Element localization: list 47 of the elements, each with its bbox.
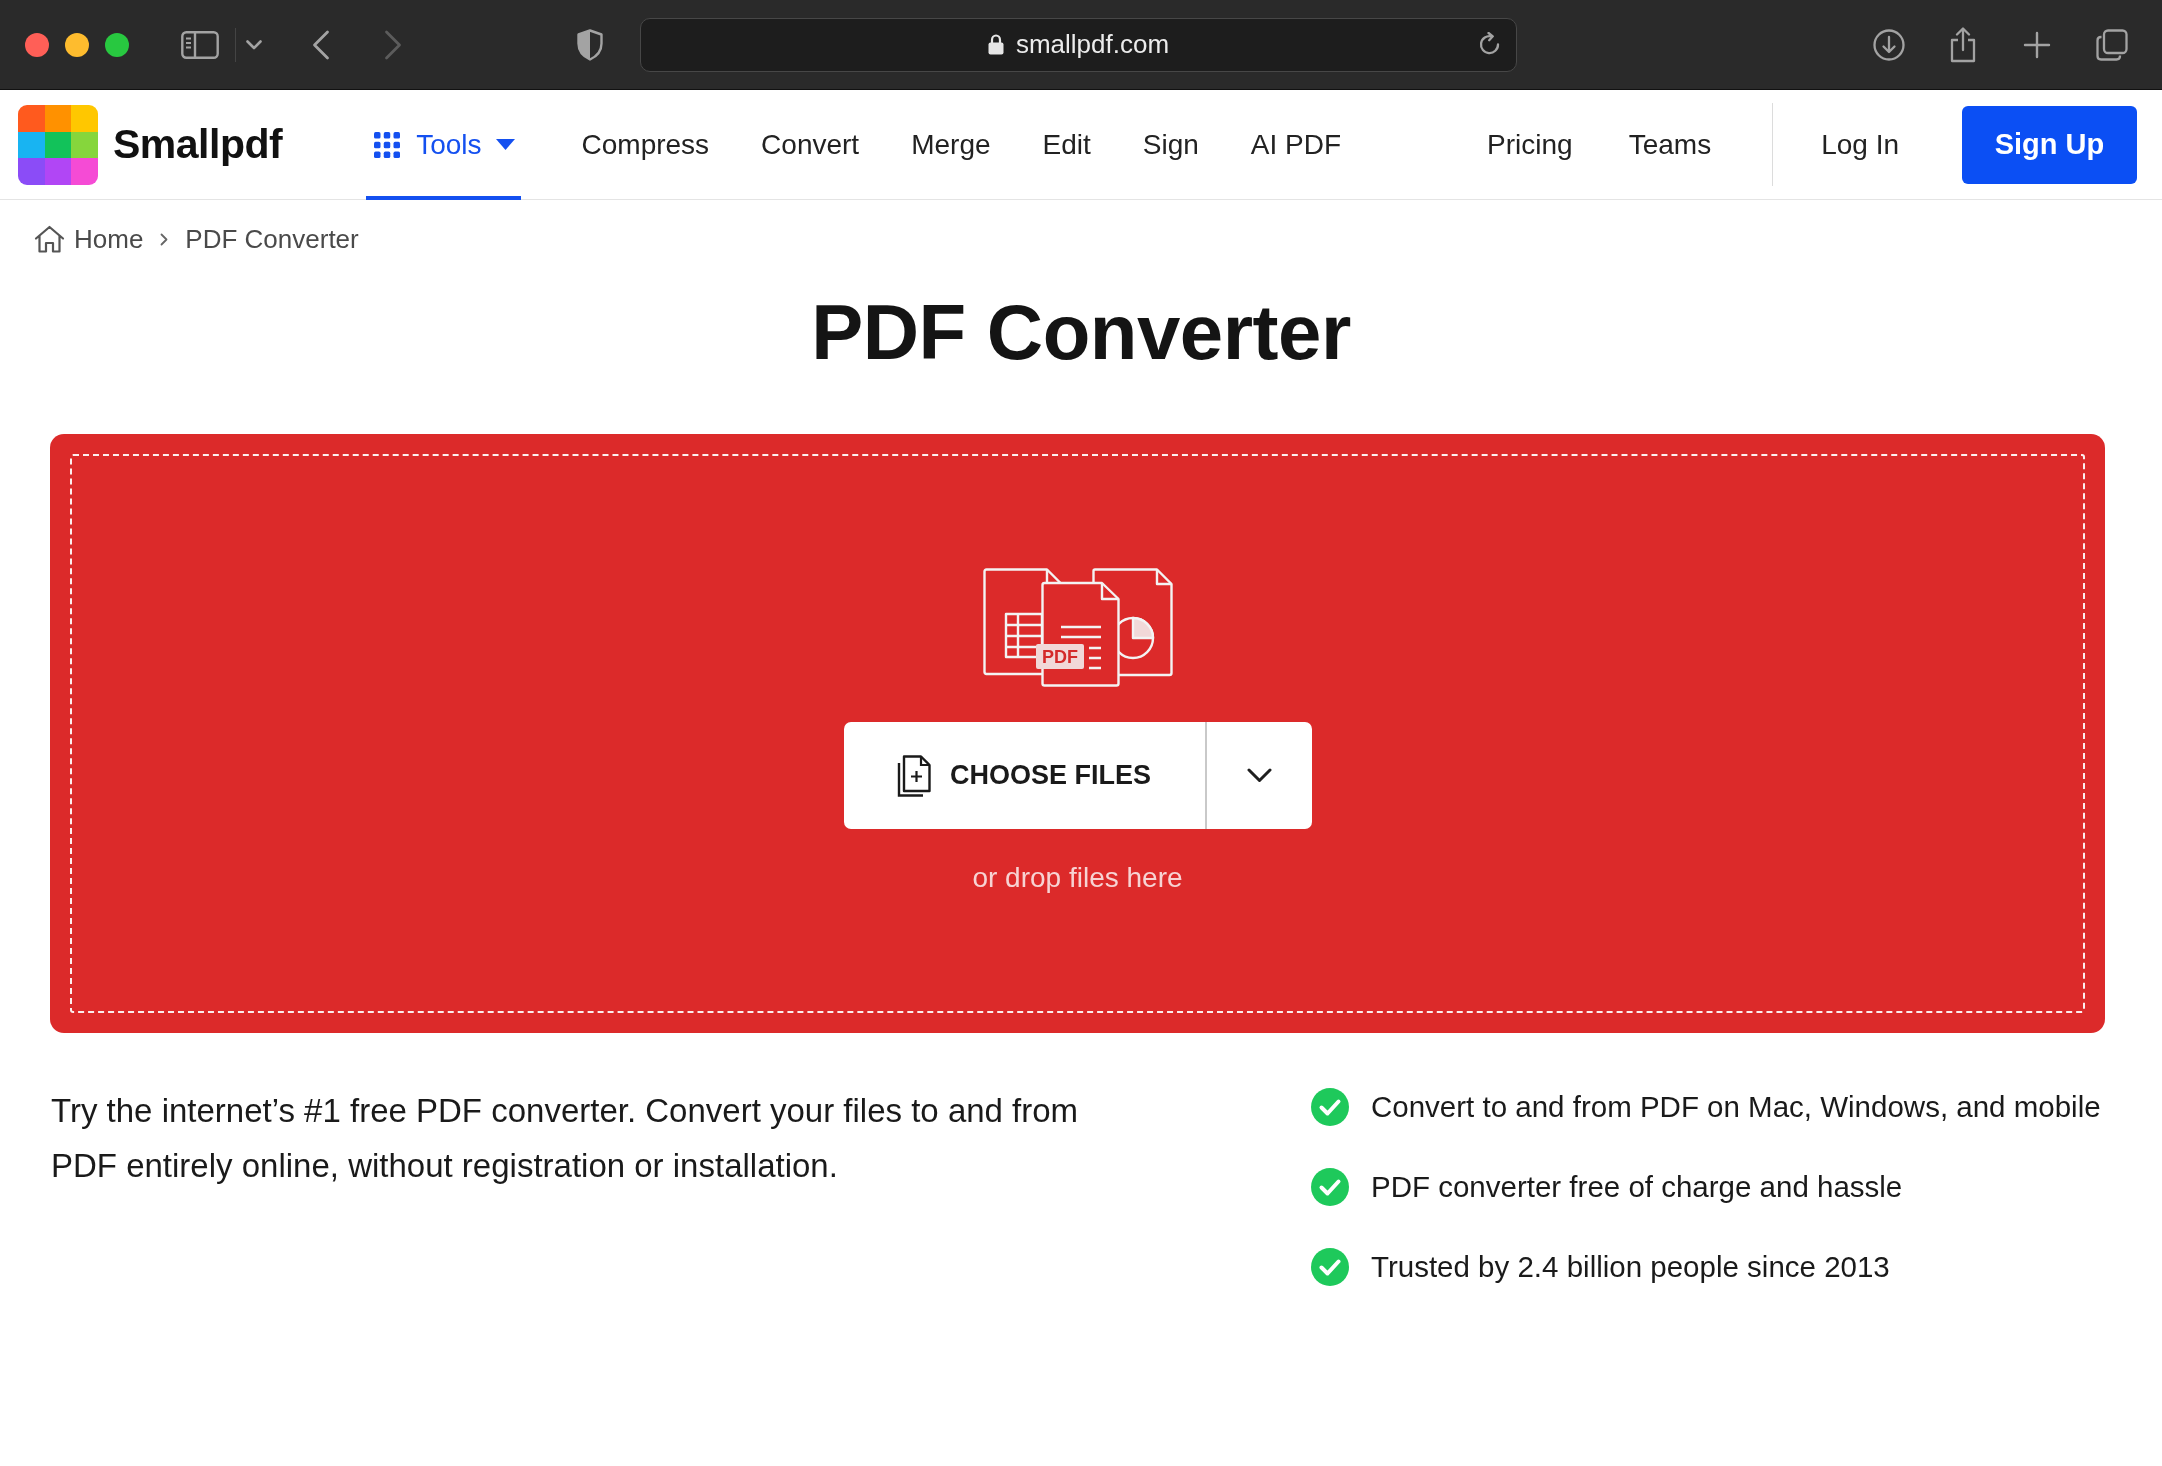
choose-files-button[interactable]: CHOOSE FILES: [843, 722, 1205, 829]
documents-illustration: PDF: [982, 568, 1173, 688]
nav-link[interactable]: Compress: [581, 89, 710, 200]
download-icon[interactable]: [1873, 28, 1905, 61]
nav-menu-tab[interactable]: Tools: [366, 89, 521, 200]
new-tab-plus-icon[interactable]: [2023, 30, 2051, 59]
breadcrumb-link[interactable]: Home: [74, 223, 144, 255]
check-circle-icon: [1311, 1168, 1349, 1206]
minimize-window-button[interactable]: [65, 32, 89, 57]
home-icon[interactable]: [34, 225, 65, 253]
feature-text: Convert to and from PDF on Mac, Windows, and mobile: [1371, 1090, 2101, 1124]
chevron-down-icon[interactable]: [246, 39, 262, 50]
chevron-down-icon: [1246, 768, 1272, 783]
logo-icon[interactable]: [18, 104, 98, 185]
check-circle-icon: [1311, 1248, 1349, 1286]
signup-button[interactable]: Sign Up: [1962, 105, 2137, 184]
dropdown-toggle-button[interactable]: [1204, 722, 1312, 829]
nav-link[interactable]: Sign: [1142, 89, 1199, 200]
nav-link[interactable]: Pricing: [1487, 89, 1573, 200]
tabs-overview-icon[interactable]: [2096, 28, 2128, 61]
intro-paragraph: Try the internet’s #1 free PDF converter. Convert your files to and from PDF entirely online, without registration or installation.: [51, 1091, 1080, 1186]
share-icon[interactable]: [1949, 26, 1977, 63]
url-text: smallpdf.com: [1015, 29, 1170, 60]
shield-icon[interactable]: [577, 28, 603, 61]
feature-text: Trusted by 2.4 billion people since 2013: [1371, 1250, 1890, 1284]
address-bar[interactable]: smallpdf.com: [640, 17, 1517, 72]
nav-link[interactable]: Merge: [911, 89, 991, 200]
chevron-right-icon: [160, 232, 169, 246]
nav-link[interactable]: Convert: [761, 89, 860, 200]
drop-hint-text: or drop files here: [972, 861, 1183, 895]
sidebar-icon[interactable]: [181, 30, 219, 59]
brand-name[interactable]: Smallpdf: [113, 121, 283, 168]
breadcrumb-current: PDF Converter: [185, 223, 359, 255]
lock-icon: [987, 34, 1004, 55]
feature-text: PDF converter free of charge and hassle: [1371, 1170, 1903, 1204]
check-circle-icon: [1311, 1088, 1349, 1126]
page-title: PDF Converter: [810, 287, 1352, 377]
nav-link[interactable]: Edit: [1042, 89, 1091, 200]
close-window-button[interactable]: [25, 32, 49, 57]
drop-zone[interactable]: PDF CHOOSE FILES or drop files here: [50, 434, 2105, 1033]
nav-link[interactable]: Teams: [1628, 89, 1712, 200]
file-plus-icon: [897, 754, 931, 797]
caret-down-icon: [495, 139, 515, 150]
maximize-window-button[interactable]: [105, 32, 129, 57]
grid-dots-icon: [374, 131, 401, 158]
login-link[interactable]: Log In: [1821, 128, 1899, 161]
nav-link[interactable]: AI PDF: [1250, 89, 1342, 200]
